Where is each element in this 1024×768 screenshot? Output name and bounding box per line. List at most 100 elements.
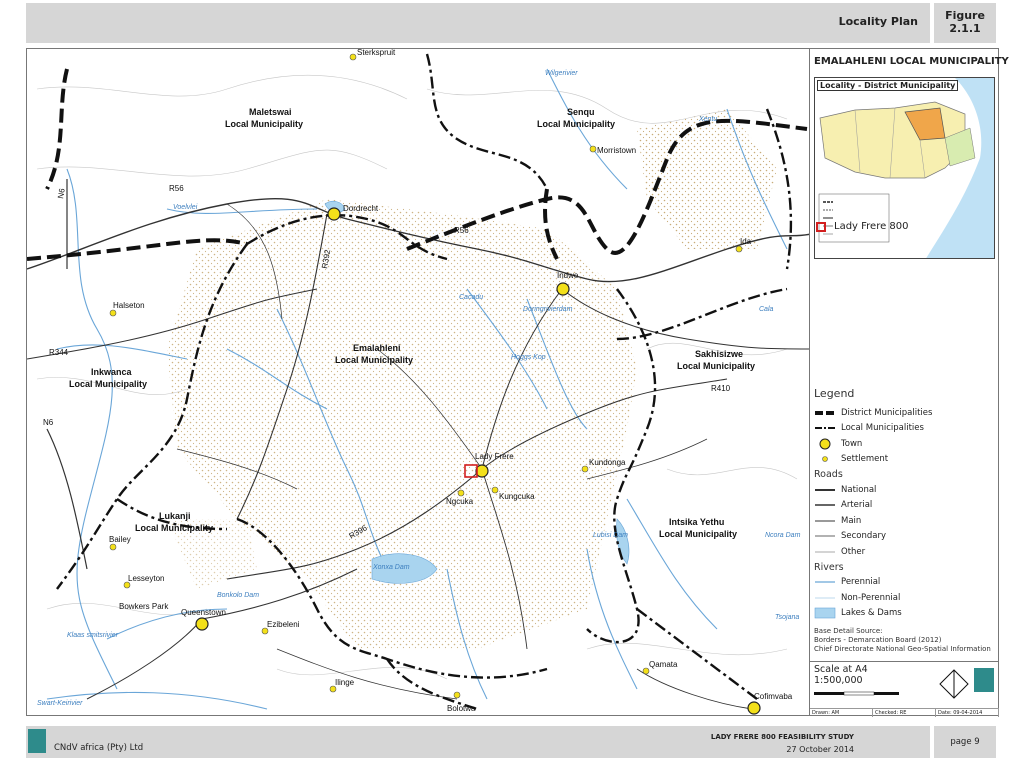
label-qamata: Qamata [649,660,678,669]
town-queenstown [195,617,209,631]
scale-box: Scale at A4 1:500,000 Drawn: AM Checked:… [810,661,999,717]
town-indwe [556,282,570,296]
label-maletswai: Maletswai [249,107,292,117]
report-date: 27 October 2014 [786,745,854,754]
figure-label: Figure [945,9,985,22]
site-key-label: Lady Frere 800 [834,221,909,232]
project-title: LADY FRERE 800 FEASIBILITY STUDY [710,733,854,741]
label-senqu-sub: Local Municipality [537,119,615,129]
label-road-r56b: R56 [454,226,469,235]
label-ngcuka: Ngcuka [446,497,474,506]
label-sterkspruit: Sterkspruit [357,49,396,57]
label-road-n6b: N6 [43,418,54,427]
label-lubisi-dam: Lubisi Dam [593,532,628,539]
label-inkwanca-sub: Local Municipality [69,379,147,389]
label-emalahleni: Emalahleni [353,343,401,353]
label-xentu: Xentu [698,116,717,123]
label-queenstown: Queenstown [181,608,226,617]
label-hoggs-kop: Hoggs Kop [511,354,546,361]
legend-settlement: Settlement [814,452,997,468]
settlement-bolotwa [453,691,461,699]
legend-lakes-label: Lakes & Dams [841,608,902,619]
scale-value: 1:500,000 [814,675,863,686]
drawing-meta: Drawn: AM Checked: RE Date: 09-04-2014 [810,708,999,717]
label-road-n6a: N6 [56,187,67,199]
other-road-icon [815,551,835,552]
meta-checked: Checked: RE [873,709,936,717]
legend-non-perennial: Non-Perennial [814,590,997,606]
label-elliot: Ida [740,237,752,246]
legend-other-label: Other [841,546,866,557]
settlement-halseton [109,309,117,317]
legend: Legend District Municipalities Local Mun… [814,387,997,654]
legend-local: Local Municipalities [814,421,997,437]
label-xonxa-dam: Xonxa Dam [372,564,410,571]
label-cala: Cala [759,306,774,313]
mountain-terrain [167,109,777,649]
town-dordrecht [327,207,341,221]
page-number: page 9 [934,726,996,758]
label-inkwanca: Inkwanca [91,367,133,377]
settlement-kundonga [581,465,589,473]
legend-national-label: National [841,484,877,495]
page-title: Locality Plan [838,15,918,28]
label-voelvlei: Voelvlei [173,204,198,211]
legend-district: District Municipalities [814,405,997,421]
legend-national: National [814,482,997,498]
label-road-r344: R344 [49,348,69,357]
lake-icon [814,607,836,619]
label-maletswai-sub: Local Municipality [225,119,303,129]
legend-title: Legend [814,387,855,400]
label-ncora-dam: Ncora Dam [765,532,801,539]
legend-town: Town [814,436,997,452]
label-bailey: Bailey [109,535,131,544]
map-frame: Sterkspruit Morristown Dordrecht Indwe I… [26,48,810,716]
label-emalahleni-sub: Local Municipality [335,355,413,365]
meta-drawn: Drawn: AM [810,709,873,717]
label-sakhisizwe-sub: Local Municipality [677,361,755,371]
secondary-road-icon [815,535,835,537]
label-doringrivierdam: Doringrivierdam [523,306,573,313]
legend-perennial: Perennial [814,575,997,591]
label-indwe: Indwe [557,271,579,280]
north-arrow-and-logo [939,668,994,699]
main-road-icon [815,520,835,522]
label-ilinge: Ilinge [335,678,355,687]
label-cofimvaba: Cofimvaba [754,692,793,701]
label-wilgerivier: Wilgerivier [545,70,578,77]
company-name: CNdV africa (Pty) Ltd [54,743,144,753]
site-key: Lady Frere 800 [816,221,909,232]
label-cacadu: Cacadu [459,294,483,301]
legend-source: Base Detail Source: Borders - Demarcatio… [814,627,997,654]
legend-rivers-title: Rivers [814,561,844,573]
legend-town-label: Town [841,438,863,449]
settlement-kungcuka [491,486,499,494]
national-road-icon [815,488,835,491]
settlement-ngcuka [457,489,465,497]
label-lukanji-sub: Local Municipality [135,523,213,533]
scale-bar [814,691,899,696]
label-halseton: Halseton [113,301,145,310]
label-klaas-smits: Klaas smitsrivier [67,632,119,639]
source-line-2: Borders - Demarcation Board (2012) [814,636,942,644]
inset-title: Locality - District Municipality [817,80,959,91]
header: Locality Plan Figure 2.1.1 [26,3,996,43]
legend-secondary: Secondary [814,529,997,545]
label-bowkers-park: Bowkers Park [119,602,169,611]
legend-secondary-label: Secondary [841,531,887,542]
source-line-1: Base Detail Source: [814,627,883,635]
settlement-morristown [589,145,597,153]
footer-bar: CNdV africa (Pty) Ltd LADY FRERE 800 FEA… [26,726,930,758]
label-road-r410: R410 [711,384,731,393]
settlement-elliot [735,245,743,253]
label-tsojana: Tsojana [775,614,799,621]
label-dordrecht: Dordrecht [343,204,379,213]
town-icon [819,438,831,450]
meta-date: Date: 09-04-2014 [936,709,999,717]
title-bar: Locality Plan [26,3,930,43]
label-kungcuka: Kungcuka [499,492,535,501]
settlement-sterkspruit [349,53,357,61]
town-cofimvaba [747,701,761,715]
perennial-river-icon [815,581,835,583]
side-panel: EMALAHLENI LOCAL MUNICIPALITY Locality -… [810,48,1009,717]
